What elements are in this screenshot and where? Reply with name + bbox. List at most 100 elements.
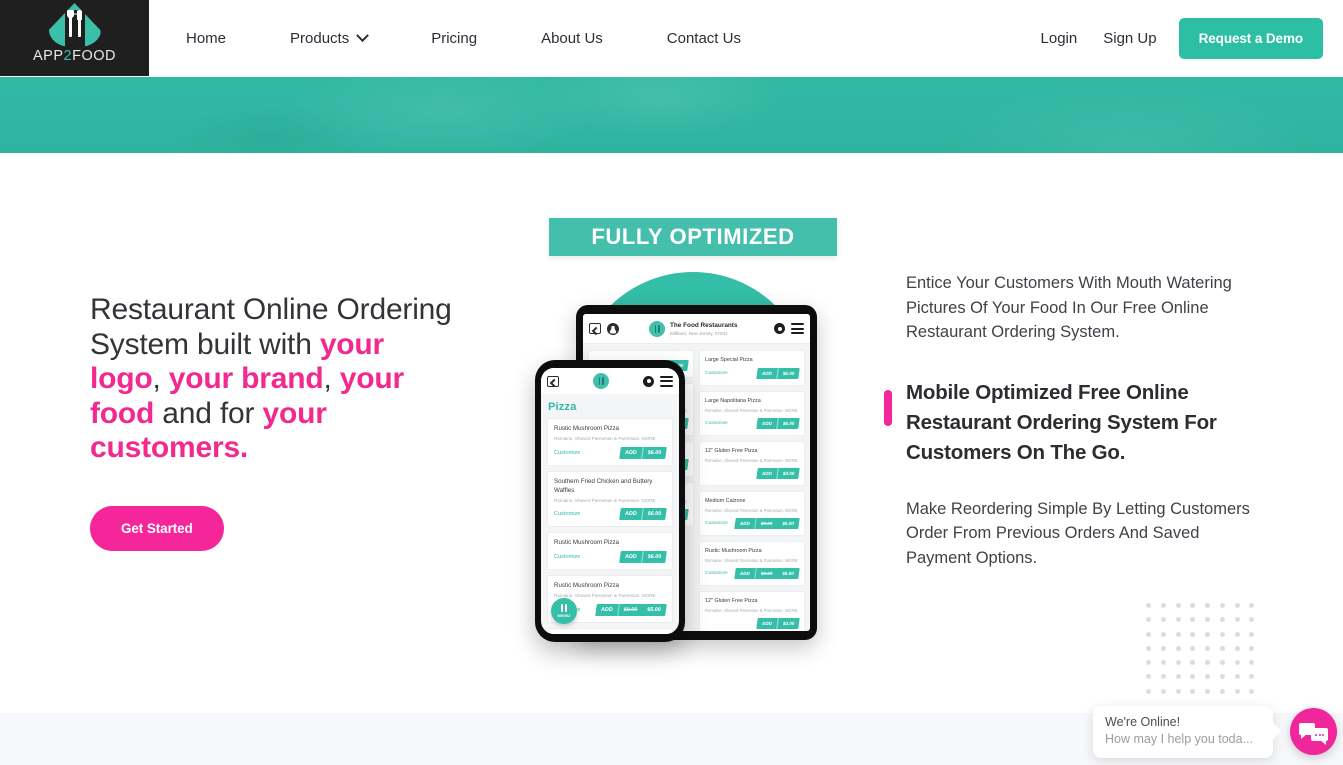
menu-item-desc: Romaine, Shaved Parmesan & Parmesan. MOR… (705, 458, 798, 463)
nav-item-contact-us[interactable]: Contact Us (667, 30, 741, 47)
phone-device: Pizza Rustic Mushroom Pizza Romaine, Sha… (535, 360, 685, 642)
add-label: ADD (761, 621, 772, 626)
tablet-restaurant-brand: The Food Restaurants Millburn, New Jerse… (649, 320, 768, 337)
back-icon[interactable] (589, 323, 601, 334)
hamburger-menu-icon[interactable] (791, 323, 804, 334)
menu-card[interactable]: Rustic Mushroom Pizza Romaine, Shaved Pa… (547, 627, 673, 634)
price-label: $6.00 (782, 571, 795, 576)
gear-icon[interactable] (774, 323, 785, 334)
nav-label-pricing: Pricing (431, 29, 478, 47)
menu-card[interactable]: Rustic Mushroom Pizza Customize ADD $6.0… (547, 532, 673, 570)
menu-item-name: Medium Calzone (705, 498, 746, 504)
menu-item-desc: Romaine, Shaved Parmesan & Parmesan. MOR… (554, 497, 656, 503)
page-title: Restaurant Online Ordering System built … (90, 293, 460, 466)
hamburger-menu-icon[interactable] (660, 375, 673, 387)
phone-app-topbar (541, 368, 679, 394)
price-label: $6.00 (782, 521, 795, 526)
price-label: $3.00 (775, 618, 800, 629)
menu-item-desc: Romaine, Shaved Parmesan & Parmesan. MOR… (705, 558, 798, 563)
menu-card[interactable]: 12" Gluten Free Pizza Romaine, Shaved Pa… (699, 591, 805, 631)
menu-card[interactable]: Large Special Pizza Customize ADD $6.00 (699, 350, 805, 386)
chat-status-text: We're Online! (1105, 715, 1181, 729)
gear-icon[interactable] (643, 375, 654, 387)
add-label: ADD (739, 571, 751, 576)
menu-item-name: Rustic Mushroom Pizza (554, 539, 619, 546)
device-mockup: FULLY OPTIMIZED The Food Restaurants Mil… (500, 200, 880, 660)
phone-screen: Pizza Rustic Mushroom Pizza Romaine, Sha… (541, 368, 679, 634)
add-label: ADD (624, 554, 637, 560)
feature-heading: Mobile Optimized Free Online Restaurant … (906, 380, 1217, 464)
restaurant-avatar-icon (649, 320, 665, 337)
chat-bubble-dots-icon (1311, 728, 1328, 745)
add-to-cart-button[interactable]: ADD $6.00 (618, 508, 667, 520)
login-link[interactable]: Login (1041, 30, 1078, 47)
menu-card[interactable]: Large Napolitana Pizza Romaine, Shaved P… (699, 391, 805, 436)
chat-tooltip[interactable]: We're Online! How may I help you toda... (1093, 706, 1273, 758)
customize-link[interactable]: Customize (705, 571, 728, 576)
price-label: $6.00 (640, 551, 667, 563)
nav-item-home[interactable]: Home (186, 30, 226, 47)
customize-link[interactable]: Customize (554, 511, 580, 517)
fork-knife-icon (560, 604, 568, 612)
customize-link[interactable]: Customize (554, 450, 580, 456)
nav-item-products[interactable]: Products (290, 28, 370, 47)
customize-link[interactable]: Customize (705, 371, 728, 376)
menu-item-desc: Romaine, Shaved Parmesan & Parmesan. MOR… (705, 508, 798, 513)
restaurant-name: The Food Restaurants (670, 321, 738, 329)
old-price-label: $9.00 (754, 518, 779, 529)
menu-item-name: 12" Gluten Free Pizza (705, 448, 758, 454)
header-actions: Login Sign Up Request a Demo (1041, 0, 1323, 76)
customize-link[interactable]: Customize (554, 554, 580, 560)
menu-item-name: Large Special Pizza (705, 357, 753, 363)
nav-label-home: Home (186, 29, 227, 47)
back-icon[interactable] (547, 375, 559, 387)
menu-card[interactable]: Rustic Mushroom Pizza Romaine, Shaved Pa… (547, 418, 673, 466)
menu-fab-label: MENU (557, 613, 571, 618)
hero-teal-band (0, 77, 1343, 153)
menu-card[interactable]: 12" Gluten Free Pizza Romaine, Shaved Pa… (699, 441, 805, 486)
add-label: ADD (739, 521, 751, 526)
hero-title-plain-4: and for (154, 396, 263, 430)
add-to-cart-button[interactable]: ADD $3.00 (755, 468, 800, 479)
get-started-button[interactable]: Get Started (90, 506, 224, 551)
signup-link[interactable]: Sign Up (1103, 30, 1156, 47)
hero-title-pink-2: your brand (168, 362, 324, 395)
chevron-down-icon (356, 28, 370, 42)
add-label: ADD (761, 421, 772, 426)
add-to-cart-button[interactable]: ADD $9.00 $6.00 (734, 518, 800, 529)
request-demo-button[interactable]: Request a Demo (1178, 17, 1323, 59)
menu-item-name: Rustic Mushroom Pizza (554, 582, 619, 589)
hero-title-plain-2: , (152, 362, 169, 395)
add-label: ADD (624, 449, 637, 456)
menu-card[interactable]: Medium Calzone Romaine, Shaved Parmesan … (699, 491, 805, 536)
menu-item-name: Rustic Mushroom Pizza (554, 425, 619, 432)
menu-card[interactable]: Rustic Mushroom Pizza Romaine, Shaved Pa… (699, 541, 805, 586)
add-to-cart-button[interactable]: ADD $6.00 (618, 446, 667, 459)
add-to-cart-button[interactable]: ADD $6.00 (755, 418, 800, 429)
add-to-cart-button[interactable]: ADD $3.00 (755, 618, 800, 629)
nav-item-pricing[interactable]: Pricing (431, 30, 477, 47)
add-to-cart-button[interactable]: ADD $6.00 (755, 368, 800, 379)
add-to-cart-button[interactable]: ADD $6.00 (618, 551, 667, 563)
tablet-menu-column-right: Large Special Pizza Customize ADD $6.00 … (699, 350, 805, 631)
menu-card[interactable]: Southern Fried Chicken and Buttery Waffl… (547, 470, 673, 527)
customize-link[interactable]: Customize (705, 421, 728, 426)
logo[interactable]: APP2FOOD (0, 0, 149, 76)
chat-launcher-button[interactable] (1290, 708, 1337, 755)
user-account-icon[interactable] (607, 322, 619, 335)
price-label: $5.00 (647, 606, 662, 613)
add-to-cart-button[interactable]: ADD $9.00 $6.00 (734, 568, 800, 579)
nav-label-products: Products (290, 29, 350, 47)
customize-link[interactable]: Customize (705, 521, 728, 526)
menu-fab-button[interactable]: MENU (551, 598, 577, 624)
hero-right-column: Entice Your Customers With Mouth Waterin… (884, 271, 1256, 570)
add-to-cart-button[interactable]: ADD $9.00 $5.00 (595, 603, 667, 616)
feature-paragraph-2: Make Reordering Simple By Letting Custom… (906, 499, 1250, 567)
add-label: ADD (600, 606, 614, 613)
app2food-logo-icon (48, 3, 101, 47)
page-root: APP2FOOD Home Products Pricing About Us … (0, 0, 1343, 765)
nav-item-about-us[interactable]: About Us (541, 30, 603, 47)
feature-heading-block: Mobile Optimized Free Online Restaurant … (884, 378, 1256, 468)
menu-item-desc: Romaine, Shaved Parmesan & Parmesan. MOR… (554, 436, 656, 441)
decorative-dot-grid (1146, 603, 1264, 703)
